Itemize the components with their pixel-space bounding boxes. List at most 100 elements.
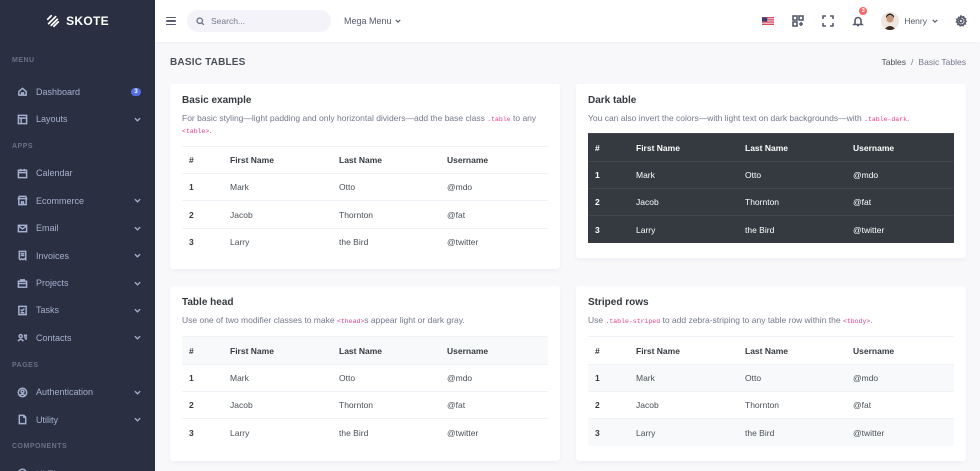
column-header: # (595, 345, 600, 356)
table-header-row: # First Name Last Name Username (182, 146, 548, 173)
table-cell: 2 (595, 400, 600, 411)
code-snippet: <tbody> (842, 318, 871, 325)
table-cell: Larry (636, 427, 656, 438)
basic-example-card: Basic example For basic styling—light pa… (170, 84, 560, 269)
table-cell: Thornton (745, 400, 780, 411)
sidebar-item-projects[interactable]: Projects (0, 269, 155, 296)
card-title: Basic example (182, 95, 252, 106)
table-cell: Otto (745, 372, 762, 383)
table-cell: @twitter (853, 224, 885, 235)
sidebar-item-authentication[interactable]: Authentication (0, 379, 155, 406)
breadcrumb-separator: / (911, 57, 914, 67)
sidebar-item-label: Email (36, 223, 59, 234)
table-cell: @fat (447, 400, 466, 411)
language-selector[interactable] (753, 0, 783, 42)
table-cell: 3 (189, 427, 194, 438)
dark-table: # First Name Last Name Username 1 Mark Otto @md… (588, 133, 954, 244)
sidebar-item-ecommerce[interactable]: Ecommerce (0, 187, 155, 214)
search-input[interactable] (211, 16, 321, 26)
apps-grid-icon (792, 15, 805, 27)
sidebar-item-calendar[interactable]: Calendar (0, 160, 155, 187)
table-cell: Jacob (230, 400, 253, 411)
sidebar-item-layouts[interactable]: Layouts (0, 105, 155, 132)
table-cell: @mdo (853, 372, 879, 383)
table-cell: 1 (595, 169, 600, 180)
sidebar-item-label: Calendar (36, 168, 73, 179)
sidebar-item-tasks[interactable]: Tasks (0, 297, 155, 324)
code-snippet: .table (487, 116, 511, 123)
table-cell: the Bird (339, 427, 369, 438)
sidebar: SKOTE MENU Dashboard 3 Layouts APPS Calendar E… (0, 0, 155, 471)
column-header: First Name (230, 345, 274, 356)
search-box[interactable] (187, 10, 331, 32)
code-snippet: .table-striped (605, 318, 661, 325)
menu-toggle-icon[interactable] (166, 16, 176, 26)
table-cell: Mark (230, 372, 249, 383)
fullscreen-icon (822, 15, 835, 27)
column-header: # (189, 154, 194, 165)
card-description: For basic styling—light padding and only… (182, 113, 537, 136)
table-row: 2 Jacob Thornton @fat (182, 200, 548, 228)
menu-section-title: COMPONENTS (12, 443, 68, 451)
breadcrumb-link-tables[interactable]: Tables (881, 57, 906, 67)
sidebar-item-ui-elements[interactable]: UI Elements (0, 460, 155, 471)
settings-button[interactable] (946, 0, 976, 42)
sidebar-item-dashboard[interactable]: Dashboard 3 (0, 78, 155, 105)
fullscreen-button[interactable] (813, 0, 843, 42)
chevron-down-icon (134, 225, 141, 232)
head-table: # First Name Last Name Username 1 Mark Otto @md… (182, 336, 548, 446)
apps-grid-button[interactable] (783, 0, 813, 42)
brand-logo[interactable]: SKOTE (0, 0, 155, 42)
home-icon (16, 86, 28, 98)
search-icon (196, 16, 205, 25)
chevron-down-icon (134, 116, 141, 123)
chevron-down-icon (932, 19, 938, 23)
avatar (881, 12, 900, 30)
table-cell: Jacob (636, 400, 659, 411)
table-cell: 3 (595, 224, 600, 235)
menu-section-title: PAGES (12, 361, 39, 369)
sidebar-item-label: Utility (36, 414, 58, 425)
sidebar-item-utility[interactable]: Utility (0, 406, 155, 433)
table-row: 3 Larry the Bird @twitter (182, 418, 548, 446)
table-cell: the Bird (745, 427, 775, 438)
sidebar-item-label: Ecommerce (36, 195, 85, 206)
table-cell: 3 (595, 427, 600, 438)
chevron-down-icon (134, 197, 141, 204)
sidebar-item-label: Invoices (36, 250, 70, 261)
table-cell: @fat (853, 197, 872, 208)
card-description: Use .table-striped to add zebra-striping… (588, 315, 873, 325)
table-cell: @twitter (447, 427, 479, 438)
table-header-row: # First Name Last Name Username (588, 336, 954, 364)
contacts-icon (16, 332, 28, 344)
table-cell: 1 (189, 372, 194, 383)
table-cell: Thornton (339, 209, 374, 220)
table-cell: the Bird (339, 237, 369, 248)
chevron-down-icon (134, 252, 141, 259)
table-cell: 1 (595, 372, 600, 383)
table-cell: Jacob (636, 197, 659, 208)
task-icon (16, 304, 28, 316)
card-title: Table head (182, 297, 234, 308)
table-cell: Mark (636, 372, 655, 383)
notification-badge: 3 (859, 7, 868, 15)
card-description: You can also invert the colors—with ligh… (588, 113, 910, 123)
notifications-button[interactable]: 3 (843, 0, 873, 42)
card-title: Dark table (588, 95, 637, 106)
mega-menu-dropdown[interactable]: Mega Menu (344, 16, 401, 26)
sidebar-item-email[interactable]: Email (0, 215, 155, 242)
table-cell: Larry (636, 224, 656, 235)
sidebar-item-label: Contacts (36, 332, 72, 343)
table-cell: Otto (339, 372, 356, 383)
user-dropdown[interactable]: Henry (873, 0, 946, 42)
table-cell: @mdo (853, 169, 879, 180)
table-row: 1 Mark Otto @mdo (182, 364, 548, 391)
column-header: # (189, 345, 194, 356)
column-header: Username (447, 345, 489, 356)
bell-icon (852, 16, 865, 27)
sidebar-item-invoices[interactable]: Invoices (0, 242, 155, 269)
layout-icon (16, 113, 28, 125)
gear-icon (955, 15, 967, 27)
column-header: Username (853, 142, 895, 153)
sidebar-item-contacts[interactable]: Contacts (0, 324, 155, 351)
